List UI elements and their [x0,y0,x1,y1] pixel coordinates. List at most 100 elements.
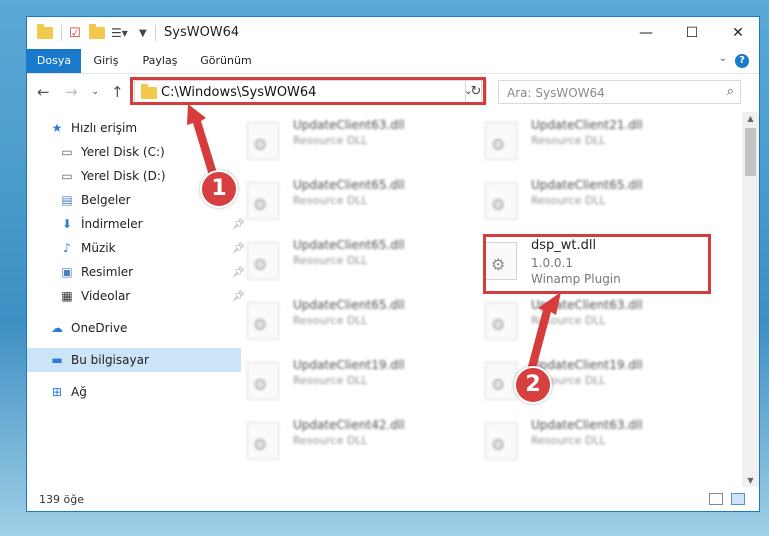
sidebar-item-quick-access[interactable]: ★ Hızlı erişim [27,116,241,140]
file-description: Resource DLL [293,194,368,207]
computer-icon: ▬ [51,353,63,367]
scroll-down-icon[interactable]: ▼ [742,476,759,485]
dll-file-icon [485,362,517,400]
pictures-icon: ▣ [61,265,73,279]
sidebar-item-label: Videolar [81,289,131,303]
dll-file-icon [247,182,279,220]
window-title: SysWOW64 [164,25,240,40]
sidebar-item-label: OneDrive [71,321,128,335]
file-name: UpdateClient65.dll [531,178,643,192]
list-item[interactable]: UpdateClient65.dll Resource DLL [485,178,715,228]
step-1-badge: 1 [200,170,238,208]
file-description: Resource DLL [293,254,368,267]
star-icon: ★ [51,121,63,135]
dll-file-icon [485,182,517,220]
maximize-button[interactable]: ☐ [669,17,715,49]
sidebar-item-label: Resimler [81,265,134,279]
list-item[interactable]: UpdateClient21.dll Resource DLL [485,118,715,168]
file-highlight-box [483,234,711,294]
details-view-icon[interactable] [709,493,723,505]
title-bar: ☑ ☰▾ ▼ SysWOW64 — ☐ ✕ [27,17,759,49]
tab-home[interactable]: Giriş [87,49,125,73]
dll-file-icon [247,422,279,460]
help-icon[interactable]: ? [735,54,749,68]
sidebar-item-label: Belgeler [81,193,131,207]
dll-file-icon [485,422,517,460]
file-description: Resource DLL [531,194,606,207]
sidebar-item-videos[interactable]: ▦ Videolar 📌︎ [27,284,251,308]
separator [155,24,156,42]
dll-file-icon [247,302,279,340]
list-item[interactable]: UpdateClient42.dll Resource DLL [247,418,477,468]
status-bar: 139 öğe [27,489,759,511]
sidebar-item-label: Hızlı erişim [71,121,138,135]
music-icon: ♪ [63,241,71,255]
file-description: Resource DLL [531,314,606,327]
item-count: 139 öğe [39,493,84,506]
list-item[interactable]: UpdateClient65.dll Resource DLL [247,238,477,288]
scroll-up-icon[interactable]: ▲ [742,114,759,123]
cloud-icon: ☁ [51,321,63,335]
step-2-badge: 2 [514,366,552,404]
tab-file[interactable]: Dosya [27,49,81,73]
tab-share[interactable]: Paylaş [137,49,183,73]
sidebar-item-label: İndirmeler [81,217,143,231]
download-icon: ⬇ [61,217,73,231]
sidebar-item-label: Bu bilgisayar [71,353,149,367]
file-description: Resource DLL [293,134,368,147]
list-item[interactable]: UpdateClient65.dll Resource DLL [247,178,477,228]
new-folder-icon[interactable] [89,24,105,42]
list-item[interactable]: UpdateClient19.dll Resource DLL [247,358,477,408]
large-icons-view-icon[interactable] [731,493,745,505]
file-list: UpdateClient63.dll Resource DLL UpdateCl… [223,112,739,482]
file-name: UpdateClient42.dll [293,418,405,432]
sidebar-item-music[interactable]: ♪ Müzik 📌︎ [27,236,251,260]
chevron-down-icon[interactable]: ⌄ [719,53,727,64]
sidebar-item-disk-c[interactable]: ▭ Yerel Disk (C:) [27,140,251,164]
up-arrow-icon[interactable]: ↑ [111,83,124,101]
address-highlight-box [130,77,486,105]
file-name: UpdateClient65.dll [293,238,405,252]
file-name: UpdateClient19.dll [531,358,643,372]
sidebar-item-onedrive[interactable]: ☁ OneDrive [27,316,241,340]
sidebar-item-pictures[interactable]: ▣ Resimler 📌︎ [27,260,251,284]
back-arrow-icon[interactable]: ← [37,83,50,101]
scrollbar-thumb[interactable] [745,128,756,176]
file-name: UpdateClient19.dll [293,358,405,372]
minimize-button[interactable]: — [623,17,669,49]
separator [61,24,62,42]
sidebar-item-downloads[interactable]: ⬇ İndirmeler 📌︎ [27,212,251,236]
navigation-pane: ★ Hızlı erişim ▭ Yerel Disk (C:) ▭ Yerel… [27,112,245,482]
search-input[interactable]: Ara: SysWOW64 ⌕ [498,80,741,104]
dll-file-icon [485,302,517,340]
file-description: Resource DLL [531,134,606,147]
sidebar-item-label: Yerel Disk (D:) [81,169,166,183]
drive-icon: ▭ [61,145,73,159]
customize-quick-access-icon[interactable]: ☰▾ [111,24,128,42]
quick-access-dropdown-icon[interactable]: ▼ [139,24,147,42]
sidebar-item-label: Ağ [71,385,87,399]
sidebar-item-this-pc[interactable]: ▬ Bu bilgisayar [27,348,241,372]
dll-file-icon [247,242,279,280]
recent-locations-chevron-icon[interactable]: ⌄ [91,86,99,97]
sidebar-item-network[interactable]: ⊞ Ağ [27,380,241,404]
list-item[interactable]: UpdateClient65.dll Resource DLL [247,298,477,348]
properties-icon[interactable]: ☑ [69,24,81,42]
close-button[interactable]: ✕ [715,17,759,49]
network-icon: ⊞ [51,385,63,399]
list-item[interactable]: UpdateClient63.dll Resource DLL [247,118,477,168]
vertical-scrollbar[interactable]: ▲ ▼ [742,112,759,487]
dll-file-icon [485,122,517,160]
forward-arrow-icon[interactable]: → [65,83,78,101]
file-name: UpdateClient63.dll [293,118,405,132]
list-item[interactable]: UpdateClient63.dll Resource DLL [485,298,715,348]
tab-view[interactable]: Görünüm [197,49,255,73]
file-name: UpdateClient65.dll [293,178,405,192]
file-description: Resource DLL [293,314,368,327]
list-item[interactable]: UpdateClient63.dll Resource DLL [485,418,715,468]
ribbon-tabs: Dosya Giriş Paylaş Görünüm ⌄ ? [27,49,759,74]
dll-file-icon [247,122,279,160]
folder-icon [37,24,53,42]
file-description: Resource DLL [293,374,368,387]
file-name: UpdateClient65.dll [293,298,405,312]
